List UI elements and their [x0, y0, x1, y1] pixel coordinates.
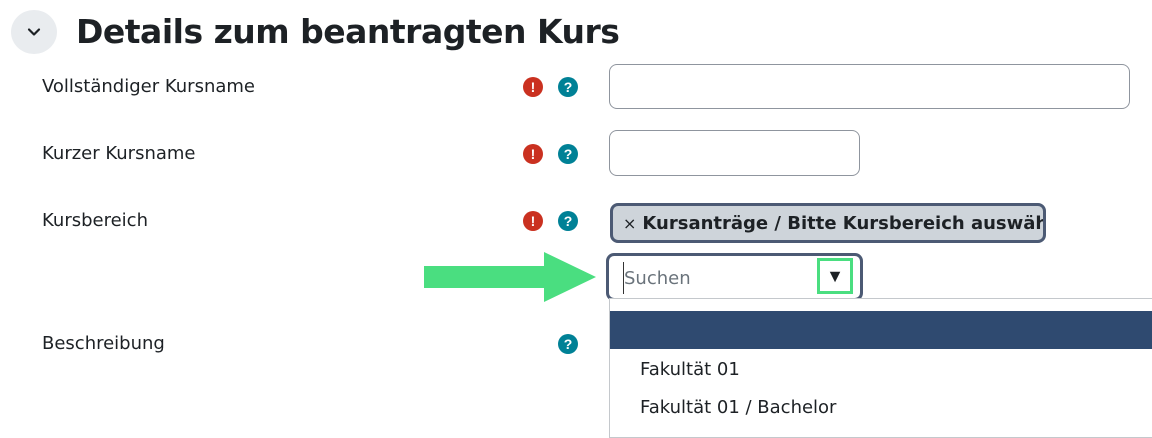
required-icon: !: [523, 144, 543, 164]
dropdown-option[interactable]: Fakultät 01: [640, 359, 740, 380]
selected-category-tag[interactable]: × Kursanträge / Bitte Kursbereich auswäh…: [610, 203, 1046, 243]
help-icon[interactable]: ?: [558, 144, 578, 164]
category-search-input[interactable]: [623, 262, 814, 294]
help-icon[interactable]: ?: [558, 211, 578, 231]
help-icon[interactable]: ?: [558, 334, 578, 354]
description-label: Beschreibung: [42, 333, 165, 354]
category-label: Kursbereich: [42, 210, 148, 231]
help-icon[interactable]: ?: [558, 77, 578, 97]
dropdown-option-highlighted[interactable]: [610, 311, 1152, 349]
selected-category-label: Kursanträge / Bitte Kursbereich auswähle…: [642, 212, 1046, 234]
category-dropdown-list: Fakultät 01 Fakultät 01 / Bachelor: [609, 298, 1152, 438]
section-title: Details zum beantragten Kurs: [76, 12, 620, 51]
shortname-input[interactable]: [609, 130, 860, 176]
chevron-down-icon: [27, 28, 41, 36]
fullname-label: Vollständiger Kursname: [42, 76, 255, 97]
dropdown-toggle-button[interactable]: ▼: [817, 258, 853, 294]
required-icon: !: [523, 211, 543, 231]
category-search-box: ▼: [606, 253, 863, 301]
fullname-input[interactable]: [609, 64, 1130, 109]
dropdown-option[interactable]: Fakultät 01 / Bachelor: [640, 397, 836, 418]
collapse-section-button[interactable]: [11, 10, 57, 54]
required-icon: !: [523, 77, 543, 97]
shortname-label: Kurzer Kursname: [42, 143, 196, 164]
arrow-right-icon: [424, 252, 596, 302]
triangle-down-icon: ▼: [826, 265, 844, 286]
remove-icon[interactable]: ×: [623, 214, 636, 233]
